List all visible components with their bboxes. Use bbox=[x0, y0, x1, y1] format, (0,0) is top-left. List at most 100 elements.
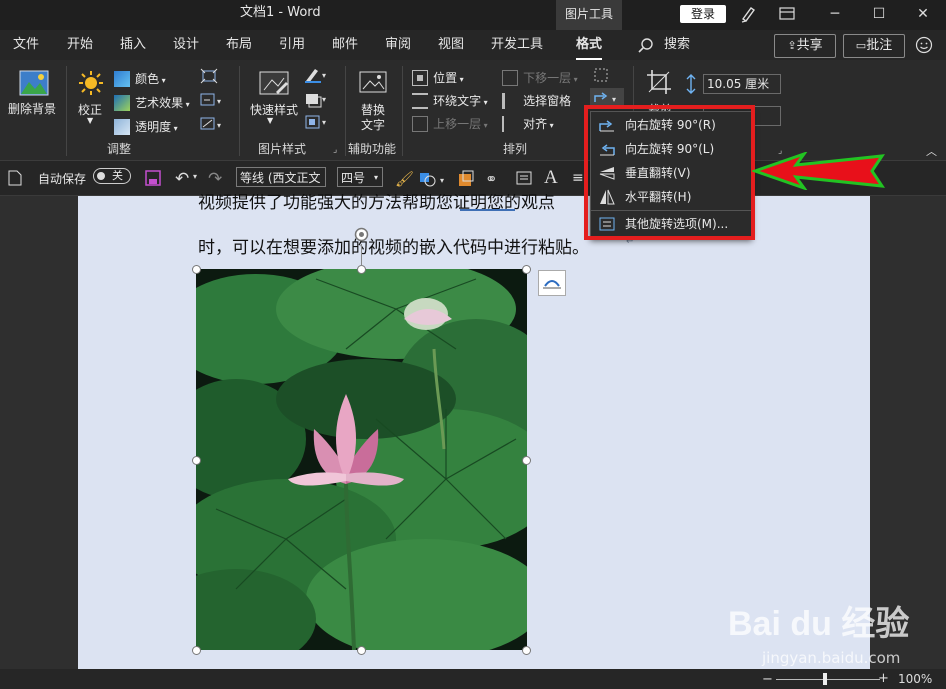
zoom-in-icon[interactable]: + bbox=[878, 671, 889, 686]
sun-correction-icon[interactable] bbox=[78, 70, 104, 96]
collapse-ribbon-icon[interactable]: ︿ bbox=[926, 143, 937, 159]
svg-text:▾: ▾ bbox=[217, 121, 221, 130]
minimize-button[interactable]: ─ bbox=[812, 0, 858, 28]
position-button[interactable]: 位置 ▾ bbox=[412, 67, 464, 86]
selection-pane-button[interactable]: 选择窗格 bbox=[502, 90, 571, 109]
compress-pictures-icon[interactable] bbox=[200, 68, 218, 84]
bring-forward-button[interactable]: 上移一层 ▾ bbox=[412, 113, 488, 132]
zoom-slider-thumb[interactable] bbox=[823, 673, 827, 685]
resize-handle-bottom-right[interactable] bbox=[522, 646, 531, 655]
wrap-text-button[interactable]: 环绕文字 ▾ bbox=[412, 90, 488, 109]
picture-layout-icon[interactable]: ▾ bbox=[303, 113, 331, 131]
document-line-2[interactable]: 时，可以在想要添加的视频的嵌入代码中进行粘贴。 bbox=[198, 233, 589, 258]
share-button[interactable]: ⇪共享 bbox=[774, 34, 836, 58]
transparency-button[interactable]: 透明度 ▾ bbox=[114, 116, 178, 135]
close-button[interactable]: ✕ bbox=[900, 0, 946, 28]
tab-design[interactable]: 设计 bbox=[173, 34, 199, 56]
search-label[interactable]: 搜索 bbox=[664, 34, 690, 56]
font-name-select[interactable]: 等线 (西文正文 bbox=[236, 167, 326, 187]
undo-icon[interactable]: ↶ bbox=[175, 169, 189, 189]
share-label: 共享 bbox=[796, 38, 823, 53]
dialog-launcher-icon[interactable]: ⌟ bbox=[333, 145, 337, 155]
resize-handle-top-right[interactable] bbox=[522, 265, 531, 274]
layout-options-icon[interactable] bbox=[538, 270, 566, 296]
svg-text:▾: ▾ bbox=[322, 71, 326, 80]
maximize-button[interactable]: ☐ bbox=[856, 0, 902, 28]
send-backward-label: 下移一层 bbox=[523, 71, 572, 85]
align-button[interactable]: 对齐 ▾ bbox=[502, 113, 554, 132]
tab-insert[interactable]: 插入 bbox=[120, 34, 146, 56]
height-input[interactable]: 10.05 厘米 bbox=[703, 74, 781, 94]
comment-button[interactable]: ▭批注 bbox=[843, 34, 905, 58]
chevron-down-icon[interactable]: ▼ bbox=[87, 116, 93, 125]
title-bar bbox=[0, 0, 946, 30]
lotus-image[interactable] bbox=[156, 259, 556, 669]
zoom-out-icon[interactable]: − bbox=[762, 672, 773, 687]
tab-review[interactable]: 审阅 bbox=[385, 34, 411, 56]
ribbon-separator bbox=[402, 66, 403, 156]
link-icon[interactable]: ⚭ bbox=[485, 170, 498, 188]
alt-text-button-line2[interactable]: 文字 bbox=[361, 116, 385, 133]
align-text-icon[interactable]: ≡ bbox=[572, 170, 584, 186]
font-size-select[interactable]: 四号 ▾ bbox=[337, 167, 383, 187]
position-label: 位置 bbox=[433, 71, 458, 85]
resize-handle-top[interactable] bbox=[357, 265, 366, 274]
resize-handle-bottom-left[interactable] bbox=[192, 646, 201, 655]
resize-handle-left[interactable] bbox=[192, 456, 201, 465]
smiley-feedback-icon[interactable] bbox=[915, 36, 933, 54]
remove-background-button[interactable]: 删除背景 bbox=[8, 100, 56, 117]
tab-layout[interactable]: 布局 bbox=[226, 34, 252, 56]
picture-effects-icon[interactable]: ▾ bbox=[303, 90, 331, 108]
art-effect-button[interactable]: 艺术效果 ▾ bbox=[114, 92, 190, 111]
pen-icon[interactable] bbox=[738, 4, 758, 24]
zoom-level[interactable]: 100% bbox=[898, 672, 932, 686]
font-color-icon[interactable]: A bbox=[544, 167, 558, 189]
insert-picture-icon[interactable] bbox=[457, 170, 475, 188]
send-backward-icon bbox=[502, 69, 518, 86]
picture-border-icon[interactable]: ▾ bbox=[303, 66, 331, 84]
text-box-icon[interactable] bbox=[515, 170, 533, 186]
save-icon[interactable] bbox=[145, 170, 161, 186]
bring-forward-icon bbox=[412, 115, 428, 132]
tab-file[interactable]: 文件 bbox=[13, 34, 39, 56]
share-icon: ⇪ bbox=[787, 39, 797, 52]
alt-text-icon[interactable] bbox=[358, 70, 388, 96]
quick-styles-icon[interactable] bbox=[258, 70, 290, 98]
tab-developer[interactable]: 开发工具 bbox=[491, 34, 543, 56]
ribbon-separator bbox=[239, 66, 240, 156]
zoom-slider[interactable] bbox=[776, 679, 880, 680]
tab-mailings[interactable]: 邮件 bbox=[332, 34, 358, 56]
transparency-icon bbox=[114, 118, 130, 135]
resize-handle-right[interactable] bbox=[522, 456, 531, 465]
reset-picture-icon[interactable]: ▾ bbox=[200, 116, 226, 132]
undo-dropdown-icon[interactable]: ▾ bbox=[193, 172, 197, 181]
tab-view[interactable]: 视图 bbox=[438, 34, 464, 56]
search-icon[interactable] bbox=[638, 37, 654, 53]
format-painter-icon[interactable]: 🖌 bbox=[395, 170, 414, 188]
tab-home[interactable]: 开始 bbox=[67, 34, 93, 56]
watermark-url: jingyan.baidu.com bbox=[762, 649, 901, 667]
resize-handle-bottom[interactable] bbox=[357, 646, 366, 655]
resize-handle-top-left[interactable] bbox=[192, 265, 201, 274]
shapes-icon[interactable]: ▾ bbox=[418, 170, 448, 188]
remove-background-icon[interactable] bbox=[19, 70, 49, 96]
red-arrow-annotation bbox=[750, 151, 886, 191]
tab-format[interactable]: 格式 bbox=[576, 34, 602, 56]
tab-references[interactable]: 引用 bbox=[279, 34, 305, 56]
quick-styles-button[interactable]: 快速样式 bbox=[250, 101, 298, 118]
autosave-toggle[interactable]: 关 bbox=[93, 168, 131, 184]
color-button[interactable]: 颜色 ▾ bbox=[114, 68, 166, 87]
group-objects-icon[interactable] bbox=[592, 66, 610, 84]
comment-label: 批注 bbox=[866, 38, 893, 53]
send-backward-button[interactable]: 下移一层 ▾ bbox=[502, 67, 578, 86]
rotation-handle-icon[interactable] bbox=[353, 226, 370, 243]
crop-icon[interactable] bbox=[645, 68, 673, 96]
login-button[interactable]: 登录 bbox=[680, 5, 726, 23]
chevron-down-icon[interactable]: ▼ bbox=[267, 116, 273, 125]
change-picture-icon[interactable]: ▾ bbox=[200, 92, 226, 108]
new-document-icon[interactable] bbox=[8, 170, 22, 186]
ribbon-display-icon[interactable] bbox=[778, 6, 796, 22]
redo-icon[interactable]: ↷ bbox=[208, 169, 222, 189]
font-size-value: 四号 bbox=[341, 171, 366, 185]
wrap-text-icon bbox=[412, 92, 428, 109]
